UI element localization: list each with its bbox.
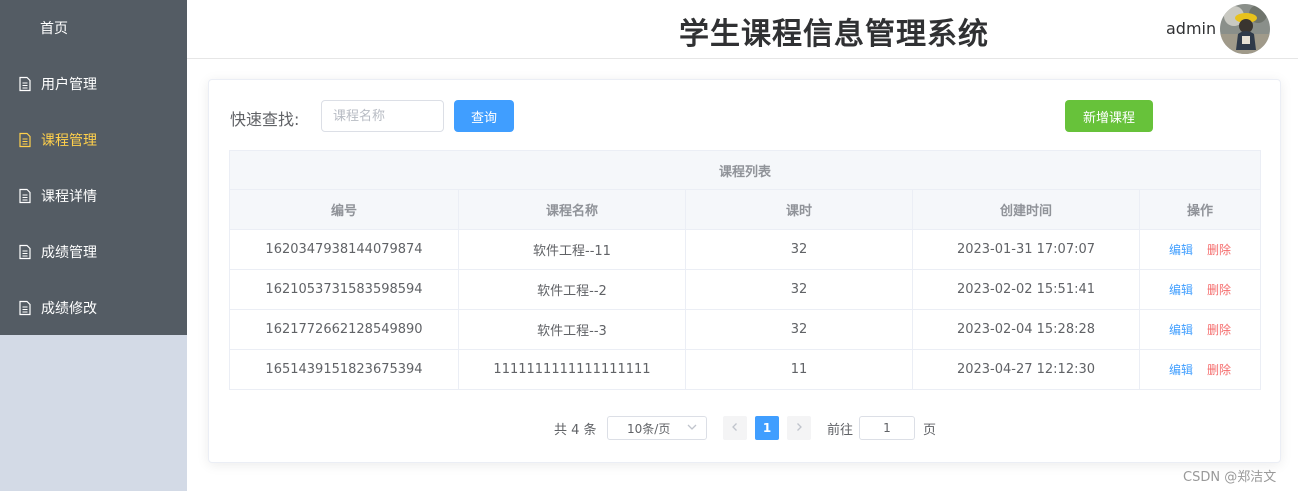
- document-icon: [17, 244, 33, 260]
- page-number-button[interactable]: 1: [755, 416, 779, 440]
- username[interactable]: admin: [1166, 19, 1216, 38]
- cell-actions: 编辑 删除: [1138, 349, 1262, 390]
- table-caption: 课程列表: [228, 150, 1262, 190]
- sidebar-item-label: 课程管理: [41, 133, 97, 149]
- sidebar-item-grade-edit[interactable]: 成绩修改: [0, 280, 187, 336]
- document-icon: [17, 132, 33, 148]
- delete-link[interactable]: 删除: [1207, 243, 1231, 257]
- sidebar-item-user-management[interactable]: 用户管理: [0, 56, 187, 112]
- edit-link[interactable]: 编辑: [1169, 243, 1193, 257]
- search-label: 快速查找:: [230, 110, 300, 129]
- column-header-hours: 课时: [685, 189, 913, 230]
- page-size-value: 10条/页: [627, 421, 671, 436]
- avatar[interactable]: [1220, 4, 1270, 54]
- course-table: 课程列表 编号 课程名称 课时 创建时间 操作 1620347938144079…: [228, 150, 1262, 390]
- delete-link[interactable]: 删除: [1207, 323, 1231, 337]
- search-input[interactable]: [321, 100, 444, 132]
- pagination-total: 共 4 条: [554, 422, 597, 438]
- cell-hours: 32: [685, 229, 913, 270]
- sidebar-item-grade-management[interactable]: 成绩管理: [0, 224, 187, 280]
- cell-id: 1651439151823675394: [229, 349, 459, 390]
- column-header-created: 创建时间: [912, 189, 1140, 230]
- sidebar-item-label: 成绩管理: [41, 245, 97, 261]
- goto-page-input[interactable]: [859, 416, 915, 440]
- goto-unit: 页: [923, 422, 937, 438]
- table-header: 编号 课程名称 课时 创建时间 操作: [229, 189, 1262, 230]
- page-size-select[interactable]: 10条/页: [607, 416, 707, 440]
- sidebar-item-home[interactable]: 首页: [0, 0, 187, 56]
- sidebar-item-course-details[interactable]: 课程详情: [0, 168, 187, 224]
- sidebar-item-label: 用户管理: [41, 77, 97, 93]
- cell-id: 1621772662128549890: [229, 309, 459, 350]
- document-icon: [17, 76, 33, 92]
- course-card: 快速查找: 查询 新增课程 课程列表 编号 课程名称 课时 创建时间 操作 16…: [208, 79, 1281, 463]
- query-button[interactable]: 查询: [454, 100, 514, 132]
- sidebar-item-label: 首页: [40, 21, 68, 37]
- cell-actions: 编辑 删除: [1138, 309, 1262, 350]
- sidebar-item-label: 成绩修改: [41, 301, 97, 317]
- column-header-actions: 操作: [1138, 189, 1262, 230]
- add-course-button[interactable]: 新增课程: [1065, 100, 1153, 132]
- document-icon: [17, 300, 33, 316]
- delete-link[interactable]: 删除: [1207, 363, 1231, 377]
- cell-actions: 编辑 删除: [1138, 269, 1262, 310]
- chevron-left-icon: [730, 421, 740, 435]
- sidebar-menu: 首页 用户管理 课程管理 课程详情 成绩管理 成绩修改: [0, 0, 187, 335]
- edit-link[interactable]: 编辑: [1169, 363, 1193, 377]
- column-header-name: 课程名称: [458, 189, 686, 230]
- cell-name: 1111111111111111111: [458, 349, 686, 390]
- sidebar: 首页 用户管理 课程管理 课程详情 成绩管理 成绩修改: [0, 0, 187, 491]
- cell-name: 软件工程--11: [458, 229, 686, 270]
- sidebar-item-course-management[interactable]: 课程管理: [0, 112, 187, 168]
- cell-actions: 编辑 删除: [1138, 229, 1262, 270]
- header: 学生课程信息管理系统 admin: [187, 0, 1298, 59]
- cell-hours: 32: [685, 309, 913, 350]
- cell-name: 软件工程--2: [458, 269, 686, 310]
- watermark: CSDN @郑洁文: [1183, 470, 1277, 485]
- goto-label: 前往: [827, 422, 854, 438]
- document-icon: [17, 188, 33, 204]
- cell-hours: 32: [685, 269, 913, 310]
- prev-page-button[interactable]: [723, 416, 747, 440]
- cell-created: 2023-02-02 15:51:41: [912, 269, 1140, 310]
- cell-created: 2023-02-04 15:28:28: [912, 309, 1140, 350]
- cell-name: 软件工程--3: [458, 309, 686, 350]
- edit-link[interactable]: 编辑: [1169, 283, 1193, 297]
- table-row: 1620347938144079874 软件工程--11 32 2023-01-…: [229, 229, 1262, 270]
- chevron-down-icon: [686, 421, 698, 433]
- page-title: 学生课程信息管理系统: [679, 17, 989, 52]
- edit-link[interactable]: 编辑: [1169, 323, 1193, 337]
- cell-created: 2023-04-27 12:12:30: [912, 349, 1140, 390]
- table-row: 1651439151823675394 1111111111111111111 …: [229, 349, 1262, 390]
- cell-id: 1621053731583598594: [229, 269, 459, 310]
- table-row: 1621053731583598594 软件工程--2 32 2023-02-0…: [229, 269, 1262, 310]
- column-header-id: 编号: [229, 189, 459, 230]
- cell-created: 2023-01-31 17:07:07: [912, 229, 1140, 270]
- sidebar-item-label: 课程详情: [41, 189, 97, 205]
- cell-id: 1620347938144079874: [229, 229, 459, 270]
- chevron-right-icon: [794, 421, 804, 435]
- cell-hours: 11: [685, 349, 913, 390]
- next-page-button[interactable]: [787, 416, 811, 440]
- table-row: 1621772662128549890 软件工程--3 32 2023-02-0…: [229, 309, 1262, 350]
- delete-link[interactable]: 删除: [1207, 283, 1231, 297]
